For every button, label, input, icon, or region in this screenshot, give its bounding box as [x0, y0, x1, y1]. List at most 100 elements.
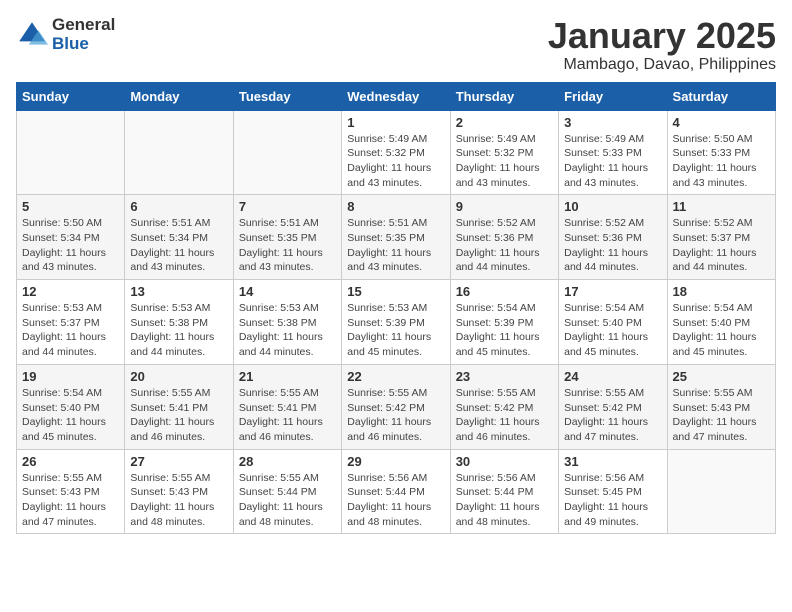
day-info: Sunrise: 5:50 AMSunset: 5:33 PMDaylight:…	[673, 132, 770, 191]
day-info: Sunrise: 5:55 AMSunset: 5:44 PMDaylight:…	[239, 471, 336, 530]
week-row-2: 5 Sunrise: 5:50 AMSunset: 5:34 PMDaylight…	[17, 195, 776, 280]
day-number: 15	[347, 284, 444, 299]
calendar-cell: 11 Sunrise: 5:52 AMSunset: 5:37 PMDayligh…	[667, 195, 775, 280]
day-info: Sunrise: 5:52 AMSunset: 5:36 PMDaylight:…	[456, 216, 553, 275]
day-info: Sunrise: 5:53 AMSunset: 5:39 PMDaylight:…	[347, 301, 444, 360]
day-info: Sunrise: 5:49 AMSunset: 5:32 PMDaylight:…	[456, 132, 553, 191]
week-row-1: 1 Sunrise: 5:49 AMSunset: 5:32 PMDaylight…	[17, 110, 776, 195]
day-number: 24	[564, 369, 661, 384]
day-info: Sunrise: 5:50 AMSunset: 5:34 PMDaylight:…	[22, 216, 119, 275]
calendar-cell: 21 Sunrise: 5:55 AMSunset: 5:41 PMDayligh…	[233, 364, 341, 449]
logo-general: General	[52, 16, 115, 35]
calendar-cell	[125, 110, 233, 195]
day-info: Sunrise: 5:49 AMSunset: 5:33 PMDaylight:…	[564, 132, 661, 191]
day-number: 11	[673, 199, 770, 214]
day-number: 5	[22, 199, 119, 214]
day-number: 21	[239, 369, 336, 384]
day-number: 12	[22, 284, 119, 299]
day-info: Sunrise: 5:55 AMSunset: 5:43 PMDaylight:…	[22, 471, 119, 530]
day-number: 8	[347, 199, 444, 214]
day-info: Sunrise: 5:55 AMSunset: 5:41 PMDaylight:…	[239, 386, 336, 445]
logo-icon	[16, 19, 48, 51]
calendar-cell: 5 Sunrise: 5:50 AMSunset: 5:34 PMDaylight…	[17, 195, 125, 280]
calendar-cell: 3 Sunrise: 5:49 AMSunset: 5:33 PMDaylight…	[559, 110, 667, 195]
day-info: Sunrise: 5:56 AMSunset: 5:44 PMDaylight:…	[347, 471, 444, 530]
calendar-cell	[17, 110, 125, 195]
calendar-cell: 9 Sunrise: 5:52 AMSunset: 5:36 PMDaylight…	[450, 195, 558, 280]
day-number: 20	[130, 369, 227, 384]
calendar-cell: 25 Sunrise: 5:55 AMSunset: 5:43 PMDayligh…	[667, 364, 775, 449]
title-block: January 2025 Mambago, Davao, Philippines	[548, 16, 776, 74]
calendar-cell: 22Sunrise: 5:55 AMSunset: 5:42 PMDayligh…	[342, 364, 450, 449]
day-info: Sunrise: 5:51 AMSunset: 5:35 PMDaylight:…	[239, 216, 336, 275]
day-number: 9	[456, 199, 553, 214]
calendar-cell: 19 Sunrise: 5:54 AMSunset: 5:40 PMDayligh…	[17, 364, 125, 449]
page-header: General Blue January 2025 Mambago, Davao…	[16, 16, 776, 74]
day-number: 14	[239, 284, 336, 299]
day-info: Sunrise: 5:54 AMSunset: 5:40 PMDaylight:…	[22, 386, 119, 445]
day-info: Sunrise: 5:55 AMSunset: 5:43 PMDaylight:…	[130, 471, 227, 530]
weekday-header-tuesday: Tuesday	[233, 82, 341, 110]
day-number: 29	[347, 454, 444, 469]
day-number: 30	[456, 454, 553, 469]
logo-text: General Blue	[52, 16, 115, 53]
day-info: Sunrise: 5:51 AMSunset: 5:34 PMDaylight:…	[130, 216, 227, 275]
week-row-3: 12 Sunrise: 5:53 AMSunset: 5:37 PMDayligh…	[17, 280, 776, 365]
calendar-cell: 15 Sunrise: 5:53 AMSunset: 5:39 PMDayligh…	[342, 280, 450, 365]
day-number: 4	[673, 115, 770, 130]
calendar-cell: 8 Sunrise: 5:51 AMSunset: 5:35 PMDaylight…	[342, 195, 450, 280]
week-row-5: 26 Sunrise: 5:55 AMSunset: 5:43 PMDayligh…	[17, 449, 776, 534]
calendar-cell: 12 Sunrise: 5:53 AMSunset: 5:37 PMDayligh…	[17, 280, 125, 365]
calendar-subtitle: Mambago, Davao, Philippines	[548, 56, 776, 74]
day-info: Sunrise: 5:55 AMSunset: 5:42 PMDaylight:…	[347, 386, 444, 445]
week-row-4: 19 Sunrise: 5:54 AMSunset: 5:40 PMDayligh…	[17, 364, 776, 449]
day-number: 26	[22, 454, 119, 469]
calendar-cell	[233, 110, 341, 195]
weekday-header-saturday: Saturday	[667, 82, 775, 110]
day-info: Sunrise: 5:53 AMSunset: 5:38 PMDaylight:…	[130, 301, 227, 360]
calendar-cell: 29 Sunrise: 5:56 AMSunset: 5:44 PMDayligh…	[342, 449, 450, 534]
calendar-cell: 18 Sunrise: 5:54 AMSunset: 5:40 PMDayligh…	[667, 280, 775, 365]
day-number: 19	[22, 369, 119, 384]
calendar-cell: 13Sunrise: 5:53 AMSunset: 5:38 PMDayligh…	[125, 280, 233, 365]
day-number: 2	[456, 115, 553, 130]
day-number: 25	[673, 369, 770, 384]
calendar-cell: 30Sunrise: 5:56 AMSunset: 5:44 PMDayligh…	[450, 449, 558, 534]
calendar-cell: 23Sunrise: 5:55 AMSunset: 5:42 PMDayligh…	[450, 364, 558, 449]
header-row: SundayMondayTuesdayWednesdayThursdayFrid…	[17, 82, 776, 110]
weekday-header-thursday: Thursday	[450, 82, 558, 110]
day-info: Sunrise: 5:52 AMSunset: 5:37 PMDaylight:…	[673, 216, 770, 275]
day-number: 3	[564, 115, 661, 130]
logo: General Blue	[16, 16, 115, 53]
day-info: Sunrise: 5:54 AMSunset: 5:40 PMDaylight:…	[564, 301, 661, 360]
day-info: Sunrise: 5:52 AMSunset: 5:36 PMDaylight:…	[564, 216, 661, 275]
calendar-cell: 31Sunrise: 5:56 AMSunset: 5:45 PMDayligh…	[559, 449, 667, 534]
day-info: Sunrise: 5:54 AMSunset: 5:40 PMDaylight:…	[673, 301, 770, 360]
calendar-cell: 17Sunrise: 5:54 AMSunset: 5:40 PMDayligh…	[559, 280, 667, 365]
day-info: Sunrise: 5:51 AMSunset: 5:35 PMDaylight:…	[347, 216, 444, 275]
day-info: Sunrise: 5:55 AMSunset: 5:42 PMDaylight:…	[456, 386, 553, 445]
day-number: 1	[347, 115, 444, 130]
day-info: Sunrise: 5:53 AMSunset: 5:37 PMDaylight:…	[22, 301, 119, 360]
calendar-cell: 26 Sunrise: 5:55 AMSunset: 5:43 PMDayligh…	[17, 449, 125, 534]
weekday-header-wednesday: Wednesday	[342, 82, 450, 110]
calendar-cell: 7 Sunrise: 5:51 AMSunset: 5:35 PMDaylight…	[233, 195, 341, 280]
day-number: 7	[239, 199, 336, 214]
calendar-cell	[667, 449, 775, 534]
day-number: 28	[239, 454, 336, 469]
day-number: 31	[564, 454, 661, 469]
day-number: 10	[564, 199, 661, 214]
calendar-cell: 14Sunrise: 5:53 AMSunset: 5:38 PMDayligh…	[233, 280, 341, 365]
day-number: 18	[673, 284, 770, 299]
day-info: Sunrise: 5:49 AMSunset: 5:32 PMDaylight:…	[347, 132, 444, 191]
day-number: 16	[456, 284, 553, 299]
weekday-header-friday: Friday	[559, 82, 667, 110]
calendar-cell: 27Sunrise: 5:55 AMSunset: 5:43 PMDayligh…	[125, 449, 233, 534]
calendar-cell: 2 Sunrise: 5:49 AMSunset: 5:32 PMDaylight…	[450, 110, 558, 195]
logo-blue: Blue	[52, 35, 115, 54]
day-info: Sunrise: 5:55 AMSunset: 5:42 PMDaylight:…	[564, 386, 661, 445]
calendar-table: SundayMondayTuesdayWednesdayThursdayFrid…	[16, 82, 776, 535]
calendar-cell: 24 Sunrise: 5:55 AMSunset: 5:42 PMDayligh…	[559, 364, 667, 449]
day-info: Sunrise: 5:55 AMSunset: 5:43 PMDaylight:…	[673, 386, 770, 445]
calendar-cell: 4 Sunrise: 5:50 AMSunset: 5:33 PMDaylight…	[667, 110, 775, 195]
